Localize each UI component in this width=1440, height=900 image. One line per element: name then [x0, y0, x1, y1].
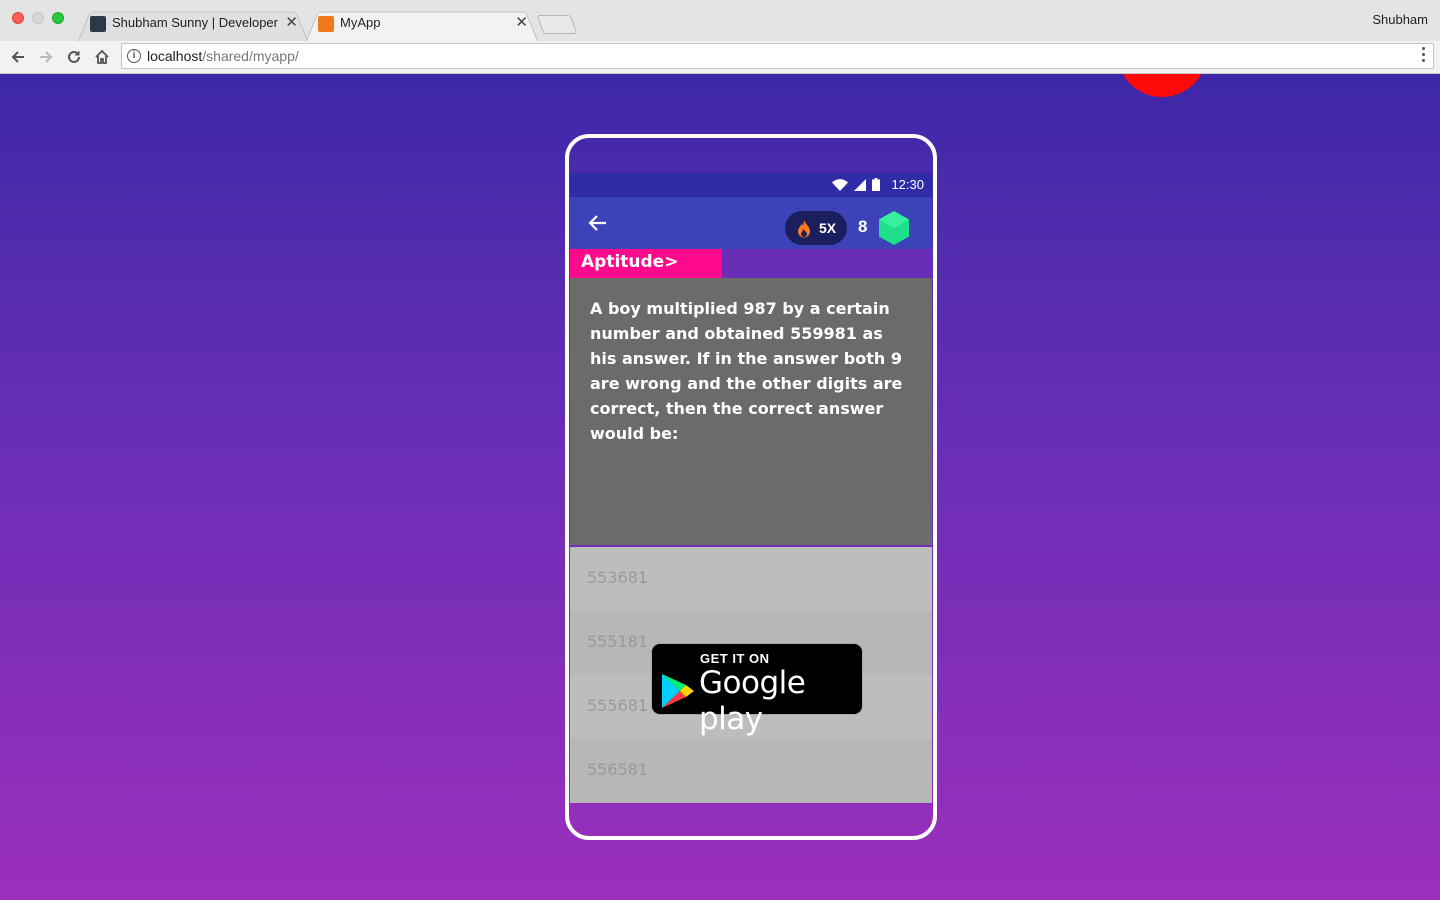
reload-icon	[68, 50, 80, 63]
browser-toolbar: i localhost/shared/myapp/	[0, 41, 1440, 74]
status-time: 12:30	[891, 177, 924, 192]
option-1[interactable]: 553681	[570, 547, 932, 611]
red-decoration	[1117, 74, 1207, 97]
streak-badge[interactable]: 5X	[785, 211, 847, 245]
badge-line2: Google play	[699, 665, 806, 737]
tab-developer[interactable]: Shubham Sunny | Developer | ✕	[78, 8, 308, 41]
back-arrow-icon[interactable]	[586, 211, 610, 235]
flame-icon	[798, 220, 810, 238]
category-bar: Aptitude>	[570, 249, 932, 278]
back-arrow-icon	[11, 51, 24, 63]
window-minimize-button[interactable]	[32, 12, 44, 24]
tab-title: Shubham Sunny | Developer |	[112, 15, 282, 30]
google-play-badge[interactable]: GET IT ON Google play	[651, 643, 863, 737]
category-label[interactable]: Aptitude>	[570, 249, 722, 278]
app-bar: 5X 8	[570, 197, 932, 249]
close-icon[interactable]: ✕	[515, 13, 528, 31]
signal-icon	[854, 178, 866, 191]
close-icon[interactable]: ✕	[285, 13, 298, 31]
home-icon	[95, 49, 109, 64]
new-tab-button[interactable]	[536, 15, 578, 34]
option-4[interactable]: 556581	[570, 739, 932, 803]
profile-name[interactable]: Shubham	[1372, 12, 1428, 27]
window-maximize-button[interactable]	[52, 12, 64, 24]
page-background: 12:30 5X 8 Aptitude> A boy multiplied 98…	[0, 74, 1440, 900]
streak-label: 5X	[819, 220, 837, 236]
forward-button[interactable]	[34, 45, 58, 69]
battery-icon	[872, 178, 880, 191]
home-button[interactable]	[90, 45, 114, 69]
gem-score: 8	[858, 217, 868, 236]
url-text: localhost/shared/myapp/	[147, 48, 299, 64]
info-icon[interactable]: i	[127, 49, 141, 63]
window-close-button[interactable]	[12, 12, 24, 24]
wifi-icon	[832, 178, 848, 191]
gem-icon	[879, 211, 909, 245]
tab-favicon-icon	[90, 16, 106, 32]
app-favicon-icon	[318, 16, 334, 32]
play-logo-icon	[662, 674, 694, 708]
menu-dots-icon[interactable]	[1422, 47, 1426, 65]
tab-myapp[interactable]: MyApp ✕	[306, 8, 538, 41]
forward-arrow-icon	[40, 51, 53, 63]
badge-line1: GET IT ON	[700, 651, 770, 666]
reload-button[interactable]	[62, 45, 86, 69]
question-text: A boy multiplied 987 by a certain number…	[570, 278, 932, 545]
browser-chrome: Shubham Sunny | Developer | ✕ MyApp ✕ Sh…	[0, 0, 1440, 74]
tab-strip: Shubham Sunny | Developer | ✕ MyApp ✕ Sh…	[0, 0, 1440, 41]
address-bar[interactable]: i localhost/shared/myapp/	[121, 43, 1434, 69]
tab-title: MyApp	[340, 15, 381, 30]
status-bar: 12:30	[570, 173, 932, 197]
back-button[interactable]	[6, 45, 30, 69]
